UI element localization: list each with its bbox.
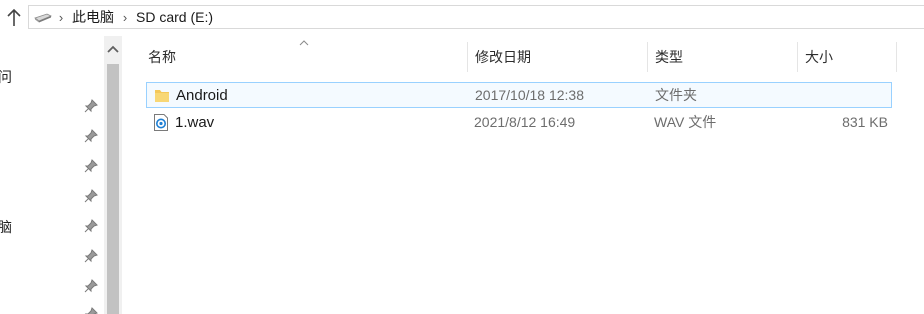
breadcrumb-this-pc[interactable]: 此电脑 bbox=[69, 7, 117, 27]
column-header-label: 名称 bbox=[148, 49, 176, 65]
navigation-pane: 问 脑 bbox=[0, 36, 104, 314]
file-size bbox=[799, 83, 889, 107]
pin-icon[interactable] bbox=[84, 99, 98, 113]
column-divider[interactable] bbox=[797, 42, 798, 72]
nav-pane-scrollbar[interactable] bbox=[104, 36, 122, 314]
file-modified: 2021/8/12 16:49 bbox=[474, 114, 576, 130]
pin-icon[interactable] bbox=[84, 249, 98, 263]
file-name[interactable]: 1.wav bbox=[175, 110, 214, 134]
nav-item-label[interactable]: 问 bbox=[0, 67, 12, 87]
pin-icon[interactable] bbox=[84, 307, 98, 314]
address-bar[interactable]: › 此电脑 › SD card (E:) bbox=[28, 5, 924, 29]
pin-icon[interactable] bbox=[84, 219, 98, 233]
column-header-name[interactable]: 名称 bbox=[142, 42, 468, 72]
chevron-right-icon[interactable]: › bbox=[53, 10, 69, 25]
breadcrumb-sd-card[interactable]: SD card (E:) bbox=[133, 9, 216, 25]
nav-item-label[interactable]: 脑 bbox=[0, 217, 12, 237]
file-modified: 2017/10/18 12:38 bbox=[475, 87, 584, 103]
scrollbar-thumb[interactable] bbox=[107, 64, 119, 314]
chevron-right-icon[interactable]: › bbox=[117, 10, 133, 25]
column-header-type[interactable]: 类型 bbox=[649, 42, 798, 72]
column-header-label: 类型 bbox=[655, 49, 683, 65]
pin-icon[interactable] bbox=[84, 129, 98, 143]
audio-file-icon bbox=[154, 114, 168, 131]
column-divider[interactable] bbox=[896, 42, 897, 72]
column-header-size[interactable]: 大小 bbox=[799, 42, 897, 72]
column-header-label: 大小 bbox=[805, 49, 833, 65]
folder-icon bbox=[155, 90, 169, 102]
column-divider[interactable] bbox=[467, 42, 468, 72]
file-type: WAV 文件 bbox=[654, 114, 717, 130]
pin-icon[interactable] bbox=[84, 279, 98, 293]
drive-icon bbox=[34, 13, 52, 23]
file-row-wav[interactable]: 1.wav 2021/8/12 16:49 WAV 文件 831 KB bbox=[146, 110, 892, 136]
file-row-android[interactable]: Android 2017/10/18 12:38 文件夹 bbox=[146, 82, 892, 108]
column-header-modified[interactable]: 修改日期 bbox=[469, 42, 648, 72]
column-header-label: 修改日期 bbox=[475, 49, 531, 65]
up-arrow-icon[interactable] bbox=[4, 7, 24, 29]
file-size: 831 KB bbox=[842, 114, 888, 130]
file-name[interactable]: Android bbox=[176, 83, 228, 107]
file-type: 文件夹 bbox=[655, 87, 697, 103]
scroll-up-icon[interactable] bbox=[107, 44, 119, 54]
pin-icon[interactable] bbox=[84, 189, 98, 203]
column-divider[interactable] bbox=[647, 42, 648, 72]
pin-icon[interactable] bbox=[84, 159, 98, 173]
